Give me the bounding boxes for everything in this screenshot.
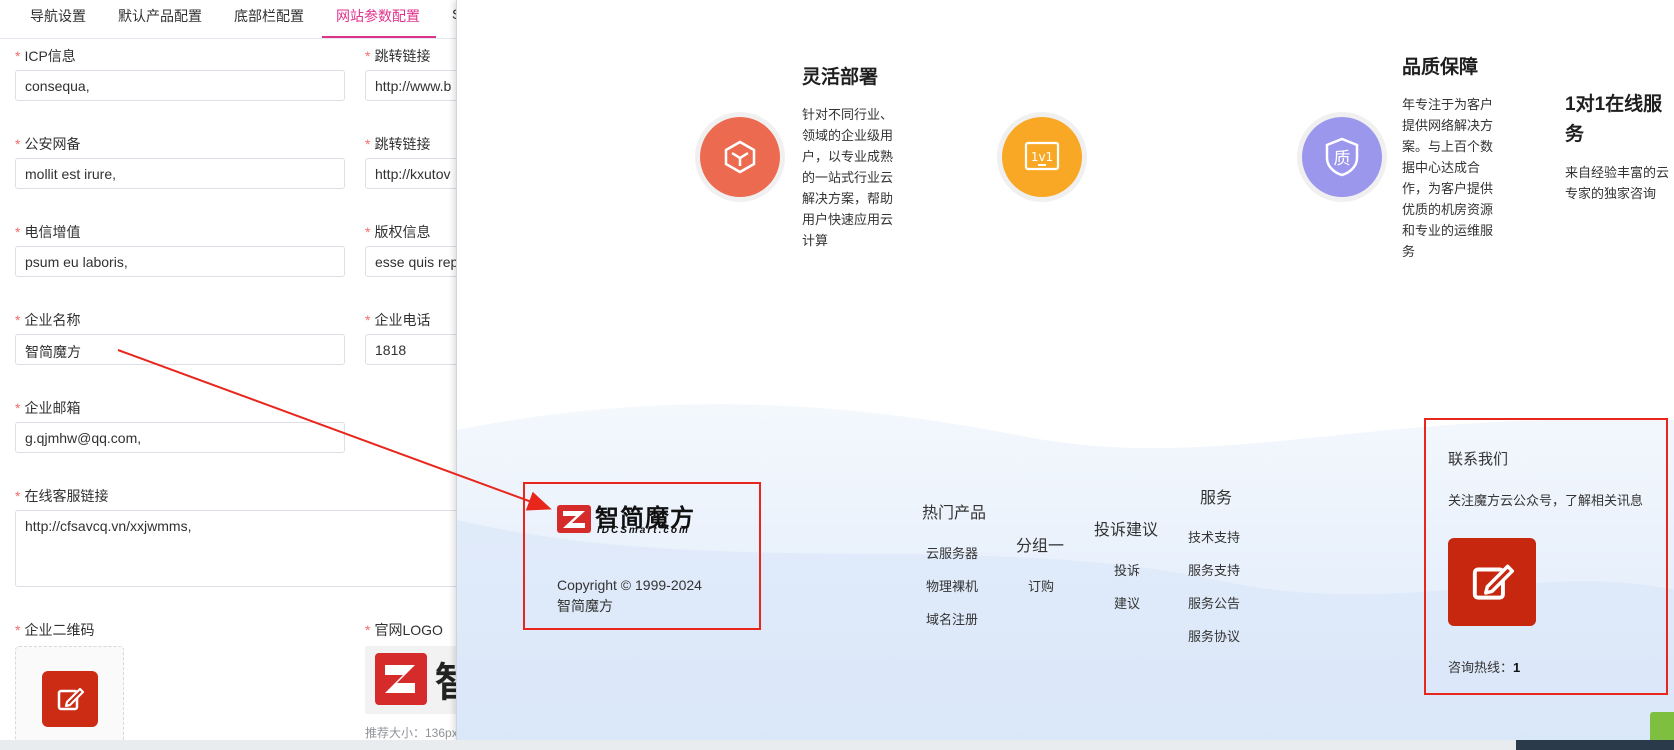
company-phone-label: * 企业电话 — [365, 312, 431, 328]
settings-tabs: 导航设置 默认产品配置 底部栏配置 网站参数配置 S — [0, 0, 461, 39]
footer-col-title-hot: 热门产品 — [922, 505, 987, 522]
company-email-input[interactable]: g.qjmhw@qq.com, — [15, 422, 345, 453]
footer-link-service-support[interactable]: 服务支持 — [1188, 560, 1240, 579]
tab-footer-config[interactable]: 底部栏配置 — [234, 6, 304, 26]
footer-link-bare-metal[interactable]: 物理裸机 — [926, 576, 978, 595]
jump-link-label-2: * 跳转链接 — [365, 136, 431, 152]
icp-input[interactable]: consequa, — [15, 70, 345, 101]
feature-desc-quality: 年专注于为客户提供网络解决方案。与上百个数据中心达成合作，为客户提供优质的机房资… — [1402, 97, 1494, 259]
contact-title: 联系我们 — [1448, 451, 1509, 468]
footer-link-suggestion[interactable]: 建议 — [1114, 593, 1140, 612]
company-name-input[interactable]: 智简魔方 — [15, 334, 345, 365]
brand-logo-subtext: IDCSmart.com — [597, 525, 690, 536]
footer-link-service-notice[interactable]: 服务公告 — [1188, 593, 1240, 612]
hotline-text: 咨询热线：1 — [1448, 660, 1521, 675]
footer-col-title-service: 服务 — [1200, 490, 1233, 507]
contact-description: 关注魔方云公众号，了解相关讯息 — [1448, 493, 1644, 508]
bottom-strip — [0, 740, 1674, 750]
active-tab-indicator — [322, 36, 436, 38]
feature-title-flexible: 灵活部署 — [802, 67, 879, 88]
footer-preview: 灵活部署 针对不同行业、领域的企业级用户，以专业成熟的一站式行业云解决方案，帮助… — [456, 0, 1674, 740]
feature-title-1v1: 1对1在线服务 — [1565, 94, 1663, 145]
site-logo-label: * 官网LOGO — [365, 622, 443, 638]
brand-logo-icon — [557, 505, 591, 533]
tab-site-params[interactable]: 网站参数配置 — [336, 6, 420, 26]
copyright-label: * 版权信息 — [365, 224, 431, 240]
edit-icon — [42, 671, 98, 727]
footer-link-service-agreement[interactable]: 服务协议 — [1188, 626, 1240, 645]
feature-title-quality: 品质保障 — [1402, 57, 1479, 78]
corner-badge-icon — [1650, 712, 1674, 740]
footer-col-title-complaint: 投诉建议 — [1094, 522, 1159, 539]
tab-nav-settings[interactable]: 导航设置 — [30, 6, 86, 26]
tab-default-product[interactable]: 默认产品配置 — [118, 6, 202, 26]
company-name-label: * 企业名称 — [15, 312, 81, 328]
qr-code-image[interactable] — [1448, 538, 1536, 626]
copyright-text: Copyright © 1999-2024 智简魔方 — [557, 577, 702, 614]
footer-link-cloud-server[interactable]: 云服务器 — [926, 543, 978, 562]
taskbar-fragment — [1516, 740, 1674, 750]
telecom-label: * 电信增值 — [15, 224, 81, 240]
1v1-icon: 1v1 — [1002, 117, 1082, 197]
qr-code-label: * 企业二维码 — [15, 622, 95, 638]
service-link-label: * 在线客服链接 — [15, 488, 109, 504]
icp-label: * ICP信息 — [15, 48, 76, 64]
cube-icon — [700, 117, 780, 197]
telecom-input[interactable]: psum eu laboris, — [15, 246, 345, 277]
feature-desc-1v1: 来自经验丰富的云专家的独家咨询 — [1565, 165, 1670, 201]
footer-link-domain[interactable]: 域名注册 — [926, 609, 978, 628]
logo-size-hint: 推荐大小：136px — [365, 726, 458, 740]
service-link-textarea[interactable]: http://cfsavcq.vn/xxjwmms, — [15, 510, 475, 587]
footer-link-tech-support[interactable]: 技术支持 — [1188, 527, 1240, 546]
footer-link-order[interactable]: 订购 — [1028, 576, 1054, 595]
footer-col-title-group1: 分组一 — [1016, 538, 1065, 555]
jump-link-label-1: * 跳转链接 — [365, 48, 431, 64]
site-logo-upload[interactable]: 智 — [365, 646, 460, 714]
edit-icon — [1472, 564, 1515, 600]
police-record-label: * 公安网备 — [15, 136, 81, 152]
footer-link-complaint[interactable]: 投诉 — [1114, 560, 1140, 579]
police-record-input[interactable]: mollit est irure, — [15, 158, 345, 189]
feature-desc-flexible: 针对不同行业、领域的企业级用户，以专业成熟的一站式行业云解决方案，帮助用户快速应… — [802, 107, 894, 248]
logo-mark-icon — [375, 653, 427, 705]
shield-icon: 质 — [1302, 117, 1382, 197]
company-email-label: * 企业邮箱 — [15, 400, 81, 416]
svg-text:1v1: 1v1 — [1031, 150, 1053, 164]
qr-code-upload[interactable] — [15, 646, 124, 750]
settings-form-panel: 导航设置 默认产品配置 底部栏配置 网站参数配置 S *ICP信息 conseq… — [0, 0, 475, 750]
svg-text:质: 质 — [1334, 149, 1351, 169]
